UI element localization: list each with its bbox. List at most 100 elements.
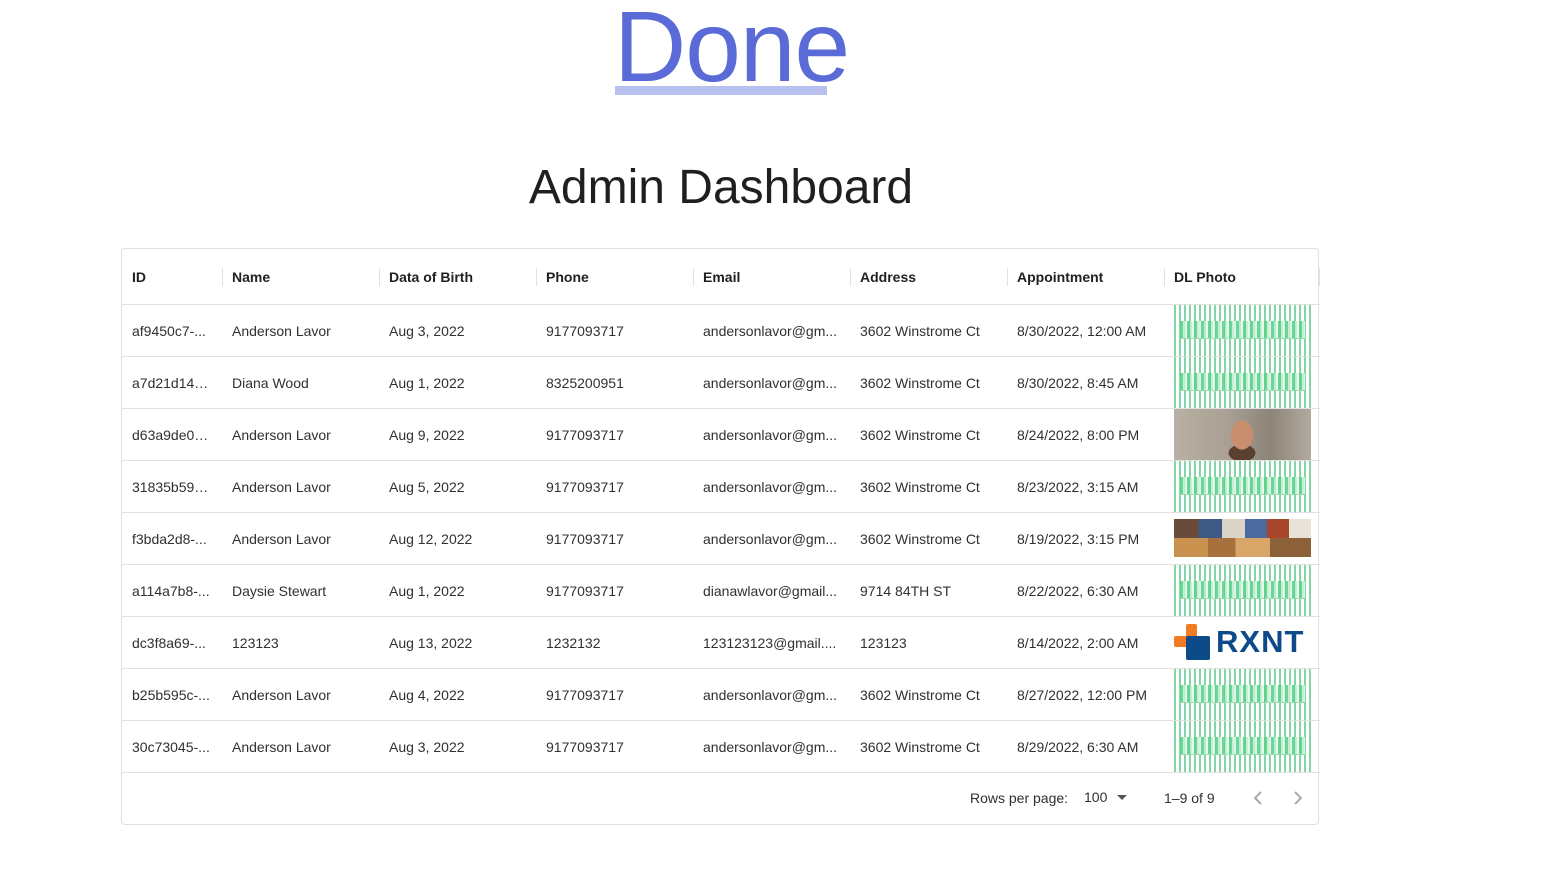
table-row[interactable]: af9450c7-... Anderson Lavor Aug 3, 2022 917… <box>122 305 1320 357</box>
cell-dob[interactable]: Aug 3, 2022 <box>379 721 536 772</box>
column-separator[interactable] <box>379 268 380 286</box>
table-row[interactable]: 30c73045-... Anderson Lavor Aug 3, 2022 917… <box>122 721 1320 773</box>
cell-appointment[interactable]: 8/23/2022, 3:15 AM <box>1007 461 1164 512</box>
cell-name[interactable]: Diana Wood <box>222 357 379 408</box>
cell-name[interactable]: Anderson Lavor <box>222 461 379 512</box>
done-link[interactable]: Done <box>614 0 850 97</box>
cell-phone[interactable]: 9177093717 <box>536 409 693 460</box>
cell-dl-photo[interactable] <box>1164 305 1320 356</box>
cell-phone[interactable]: 9177093717 <box>536 669 693 720</box>
column-separator[interactable] <box>1007 268 1008 286</box>
column-separator[interactable] <box>850 268 851 286</box>
cell-phone[interactable]: 1232132 <box>536 617 693 668</box>
previous-page-button[interactable] <box>1246 786 1270 810</box>
cell-appointment[interactable]: 8/24/2022, 8:00 PM <box>1007 409 1164 460</box>
cell-appointment[interactable]: 8/29/2022, 6:30 AM <box>1007 721 1164 772</box>
cell-id[interactable]: a7d21d14-... <box>122 357 222 408</box>
cell-phone[interactable]: 8325200951 <box>536 357 693 408</box>
column-header-address[interactable]: Address <box>850 249 1007 304</box>
cell-dl-photo[interactable] <box>1164 669 1320 720</box>
cell-dl-photo[interactable] <box>1164 409 1320 460</box>
cell-phone[interactable]: 9177093717 <box>536 305 693 356</box>
cell-dob[interactable]: Aug 13, 2022 <box>379 617 536 668</box>
column-separator[interactable] <box>1319 268 1320 286</box>
cell-email[interactable]: andersonlavor@gm... <box>693 721 850 772</box>
cell-dl-photo[interactable] <box>1164 461 1320 512</box>
cell-email[interactable]: dianawlavor@gmail... <box>693 565 850 616</box>
cell-dob[interactable]: Aug 5, 2022 <box>379 461 536 512</box>
cell-address[interactable]: 3602 Winstrome Ct <box>850 721 1007 772</box>
cell-phone[interactable]: 9177093717 <box>536 721 693 772</box>
table-row[interactable]: a114a7b8-... Daysie Stewart Aug 1, 2022 917… <box>122 565 1320 617</box>
cell-id[interactable]: a114a7b8-... <box>122 565 222 616</box>
cell-dl-photo[interactable] <box>1164 721 1320 772</box>
cell-email[interactable]: andersonlavor@gm... <box>693 305 850 356</box>
cell-name[interactable]: Anderson Lavor <box>222 305 379 356</box>
cell-name[interactable]: 123123 <box>222 617 379 668</box>
next-page-button[interactable] <box>1286 786 1310 810</box>
cell-phone[interactable]: 9177093717 <box>536 461 693 512</box>
cell-phone[interactable]: 9177093717 <box>536 565 693 616</box>
cell-id[interactable]: b25b595c-... <box>122 669 222 720</box>
table-row[interactable]: f3bda2d8-... Anderson Lavor Aug 12, 2022 91… <box>122 513 1320 565</box>
cell-name[interactable]: Anderson Lavor <box>222 513 379 564</box>
cell-id[interactable]: af9450c7-... <box>122 305 222 356</box>
cell-appointment[interactable]: 8/30/2022, 12:00 AM <box>1007 305 1164 356</box>
cell-id[interactable]: d63a9de0-... <box>122 409 222 460</box>
table-row[interactable]: dc3f8a69-... 123123 Aug 13, 2022 1232132 123… <box>122 617 1320 669</box>
cell-email[interactable]: andersonlavor@gm... <box>693 409 850 460</box>
cell-dob[interactable]: Aug 1, 2022 <box>379 357 536 408</box>
table-row[interactable]: 31835b59-... Anderson Lavor Aug 5, 2022 917… <box>122 461 1320 513</box>
column-separator[interactable] <box>536 268 537 286</box>
cell-dob[interactable]: Aug 3, 2022 <box>379 305 536 356</box>
cell-appointment[interactable]: 8/19/2022, 3:15 PM <box>1007 513 1164 564</box>
cell-address[interactable]: 123123 <box>850 617 1007 668</box>
cell-appointment[interactable]: 8/22/2022, 6:30 AM <box>1007 565 1164 616</box>
cell-id[interactable]: f3bda2d8-... <box>122 513 222 564</box>
cell-address[interactable]: 3602 Winstrome Ct <box>850 461 1007 512</box>
cell-phone[interactable]: 9177093717 <box>536 513 693 564</box>
cell-address[interactable]: 3602 Winstrome Ct <box>850 357 1007 408</box>
cell-id[interactable]: 31835b59-... <box>122 461 222 512</box>
cell-email[interactable]: andersonlavor@gm... <box>693 669 850 720</box>
cell-name[interactable]: Daysie Stewart <box>222 565 379 616</box>
column-header-phone[interactable]: Phone <box>536 249 693 304</box>
cell-dob[interactable]: Aug 9, 2022 <box>379 409 536 460</box>
rows-per-page-select[interactable]: 100 <box>1084 789 1128 805</box>
cell-appointment[interactable]: 8/27/2022, 12:00 PM <box>1007 669 1164 720</box>
cell-email[interactable]: andersonlavor@gm... <box>693 461 850 512</box>
cell-email[interactable]: andersonlavor@gm... <box>693 513 850 564</box>
column-separator[interactable] <box>693 268 694 286</box>
cell-address[interactable]: 9714 84TH ST <box>850 565 1007 616</box>
cell-appointment[interactable]: 8/14/2022, 2:00 AM <box>1007 617 1164 668</box>
table-row[interactable]: b25b595c-... Anderson Lavor Aug 4, 2022 917… <box>122 669 1320 721</box>
cell-name[interactable]: Anderson Lavor <box>222 669 379 720</box>
column-header-email[interactable]: Email <box>693 249 850 304</box>
cell-dl-photo[interactable]: RXNT <box>1164 617 1320 668</box>
table-row[interactable]: a7d21d14-... Diana Wood Aug 1, 2022 8325200… <box>122 357 1320 409</box>
table-row[interactable]: d63a9de0-... Anderson Lavor Aug 9, 2022 917… <box>122 409 1320 461</box>
cell-address[interactable]: 3602 Winstrome Ct <box>850 513 1007 564</box>
cell-id[interactable]: 30c73045-... <box>122 721 222 772</box>
cell-appointment[interactable]: 8/30/2022, 8:45 AM <box>1007 357 1164 408</box>
cell-dob[interactable]: Aug 4, 2022 <box>379 669 536 720</box>
column-header-dob[interactable]: Data of Birth <box>379 249 536 304</box>
column-header-dl-photo[interactable]: DL Photo <box>1164 249 1320 304</box>
cell-address[interactable]: 3602 Winstrome Ct <box>850 669 1007 720</box>
cell-dl-photo[interactable] <box>1164 357 1320 408</box>
cell-email[interactable]: 123123123@gmail.... <box>693 617 850 668</box>
cell-dob[interactable]: Aug 1, 2022 <box>379 565 536 616</box>
column-header-id[interactable]: ID <box>122 249 222 304</box>
cell-dl-photo[interactable] <box>1164 513 1320 564</box>
column-separator[interactable] <box>222 268 223 286</box>
column-header-appointment[interactable]: Appointment <box>1007 249 1164 304</box>
column-header-name[interactable]: Name <box>222 249 379 304</box>
cell-dob[interactable]: Aug 12, 2022 <box>379 513 536 564</box>
cell-address[interactable]: 3602 Winstrome Ct <box>850 409 1007 460</box>
cell-email[interactable]: andersonlavor@gm... <box>693 357 850 408</box>
column-separator[interactable] <box>1164 268 1165 286</box>
cell-address[interactable]: 3602 Winstrome Ct <box>850 305 1007 356</box>
cell-dl-photo[interactable] <box>1164 565 1320 616</box>
cell-name[interactable]: Anderson Lavor <box>222 409 379 460</box>
cell-id[interactable]: dc3f8a69-... <box>122 617 222 668</box>
